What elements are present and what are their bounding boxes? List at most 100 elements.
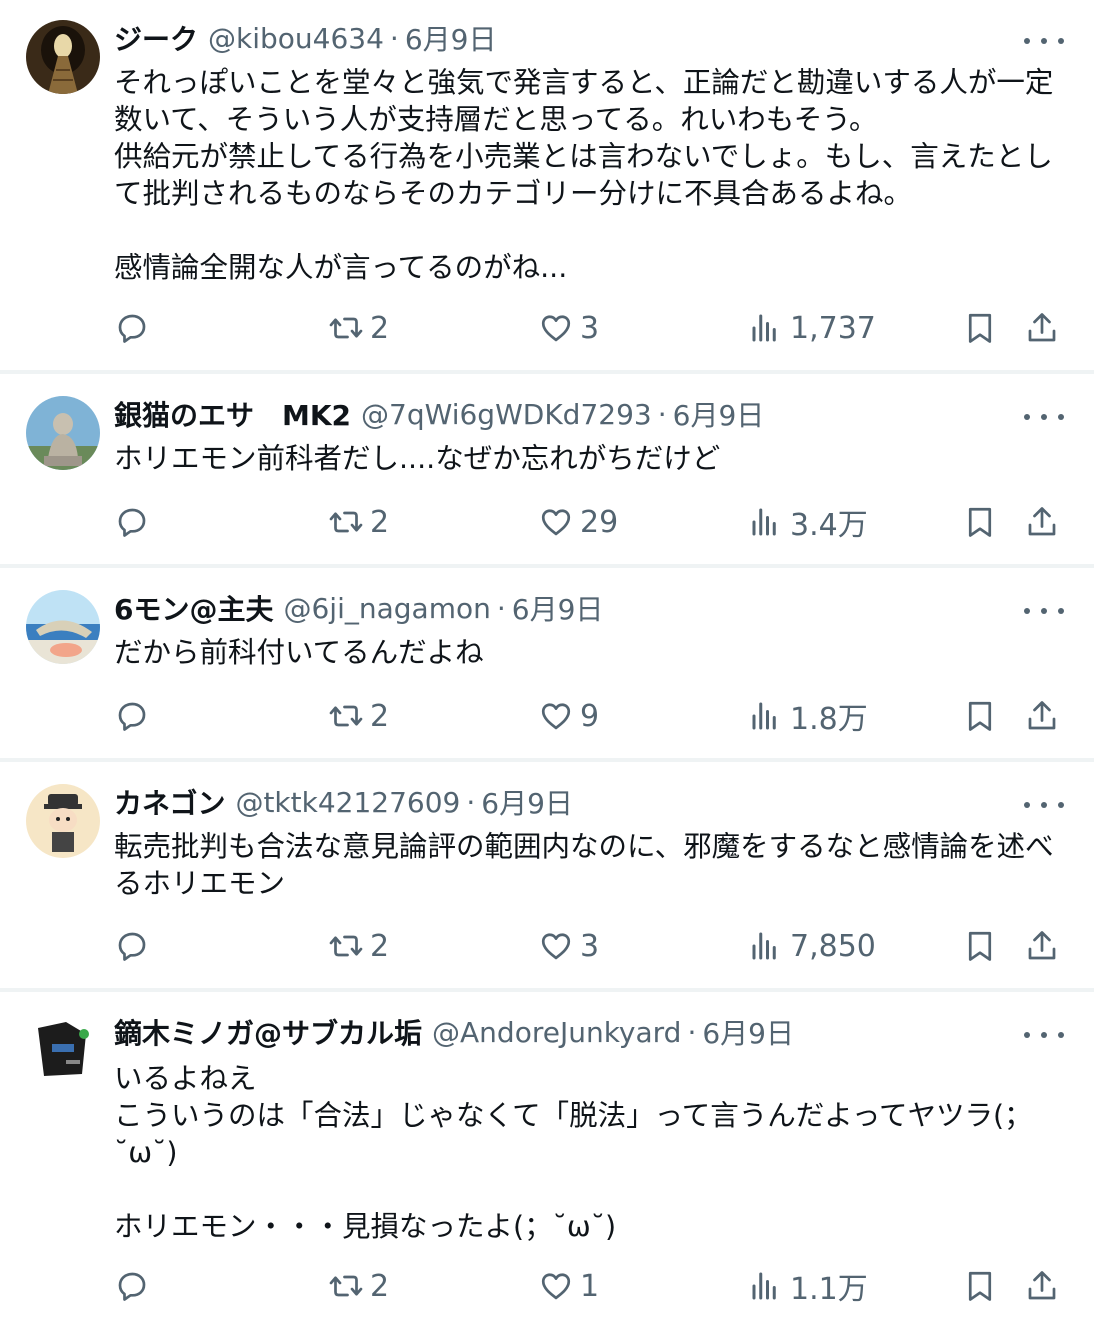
- views-count: 1.1万: [790, 1272, 868, 1307]
- reply-icon: [118, 932, 146, 961]
- views-button[interactable]: 7,850: [748, 924, 876, 968]
- retweet-icon: [329, 705, 363, 727]
- like-icon: [541, 703, 571, 730]
- share-icon: [1028, 1271, 1056, 1300]
- bookmark-icon: [968, 701, 992, 731]
- author-handle[interactable]: @7qWi6gWDKd7293: [361, 398, 652, 431]
- author-handle[interactable]: @6ji_nagamon: [283, 592, 490, 625]
- retweet-icon: [329, 511, 363, 533]
- like-count: 1: [580, 1268, 600, 1304]
- retweet-icon: [329, 1275, 363, 1297]
- like-count: 29: [580, 504, 619, 540]
- share-button[interactable]: [1024, 924, 1060, 968]
- bookmark-button[interactable]: [962, 924, 998, 968]
- like-button[interactable]: 3: [538, 306, 599, 350]
- reply-button[interactable]: [114, 1264, 150, 1308]
- tweet-header: 鏑木ミノガ@サブカル垢 @AndoreJunkyard · 6月9日: [114, 1012, 1024, 1052]
- tweet-header: 銀猫のエサ MK2 @7qWi6gWDKd7293 · 6月9日: [114, 394, 1024, 434]
- author-name[interactable]: ジーク: [114, 18, 198, 58]
- views-icon: [752, 314, 776, 342]
- like-button[interactable]: 29: [538, 500, 618, 544]
- tweet[interactable]: ジーク @kibou4634 · 6月9日 それっぽいことを堂々と強気で発言する…: [0, 0, 1094, 370]
- tweet[interactable]: 鏑木ミノガ@サブカル垢 @AndoreJunkyard · 6月9日 いるよねえ…: [0, 992, 1094, 1328]
- retweet-button[interactable]: 2: [328, 924, 389, 968]
- like-button[interactable]: 9: [538, 694, 599, 738]
- tweet-text: それっぽいことを堂々と強気で発言すると、正論だと勘違いする人が一定数いて、そうい…: [114, 66, 1054, 284]
- author-handle[interactable]: @tktk42127609: [235, 786, 460, 819]
- views-icon: [752, 702, 776, 730]
- bookmark-button[interactable]: [962, 1264, 998, 1308]
- bookmark-icon: [968, 1271, 992, 1301]
- avatar[interactable]: [26, 1014, 100, 1088]
- tweet-text: いるよねえ こういうのは「合法」じゃなくて「脱法」って言うんだよってヤツラ(；˘…: [114, 1062, 1033, 1243]
- tweet[interactable]: カネゴン @tktk42127609 · 6月9日 転売批判も合法な意見論評の範…: [0, 762, 1094, 988]
- tweet-date[interactable]: 6月9日: [512, 588, 604, 628]
- views-button[interactable]: 1.1万: [748, 1264, 868, 1308]
- views-icon: [752, 1272, 776, 1300]
- tweet-date[interactable]: 6月9日: [702, 1012, 794, 1052]
- views-icon: [752, 932, 776, 960]
- avatar[interactable]: [26, 396, 100, 470]
- retweet-button[interactable]: 2: [328, 694, 389, 738]
- views-button[interactable]: 1,737: [748, 306, 876, 350]
- bookmark-button[interactable]: [962, 694, 998, 738]
- views-count: 7,850: [790, 928, 876, 964]
- reply-button[interactable]: [114, 306, 150, 350]
- share-button[interactable]: [1024, 694, 1060, 738]
- retweet-button[interactable]: 2: [328, 306, 389, 350]
- reply-button[interactable]: [114, 924, 150, 968]
- retweet-icon: [329, 935, 363, 957]
- share-button[interactable]: [1024, 1264, 1060, 1308]
- tweet[interactable]: 銀猫のエサ MK2 @7qWi6gWDKd7293 · 6月9日 ホリエモン前科…: [0, 374, 1094, 564]
- reply-button[interactable]: [114, 694, 150, 738]
- author-name[interactable]: 6モン@主夫: [114, 588, 273, 628]
- retweet-button[interactable]: 2: [328, 500, 389, 544]
- tweet-date[interactable]: 6月9日: [673, 394, 765, 434]
- bookmark-icon: [968, 931, 992, 961]
- tweet[interactable]: 6モン@主夫 @6ji_nagamon · 6月9日 だから前科付いてるんだよね…: [0, 568, 1094, 758]
- bookmark-button[interactable]: [962, 306, 998, 350]
- separator-dot: ·: [657, 397, 667, 431]
- tweet-actions: 2 29 3.4万: [0, 500, 1094, 544]
- avatar[interactable]: [26, 784, 100, 858]
- tweet-date[interactable]: 6月9日: [481, 782, 573, 822]
- more-icon[interactable]: [1024, 1020, 1064, 1050]
- reply-button[interactable]: [114, 500, 150, 544]
- more-icon[interactable]: [1024, 790, 1064, 820]
- share-button[interactable]: [1024, 500, 1060, 544]
- like-icon: [541, 933, 571, 960]
- more-icon[interactable]: [1024, 596, 1064, 626]
- share-button[interactable]: [1024, 306, 1060, 350]
- more-icon[interactable]: [1024, 26, 1064, 56]
- like-button[interactable]: 1: [538, 1264, 599, 1308]
- retweet-button[interactable]: 2: [328, 1264, 389, 1308]
- author-handle[interactable]: @kibou4634: [208, 22, 384, 55]
- avatar[interactable]: [26, 590, 100, 664]
- share-icon: [1028, 701, 1056, 730]
- more-icon[interactable]: [1024, 402, 1064, 432]
- bookmark-button[interactable]: [962, 500, 998, 544]
- views-count: 1,737: [790, 310, 876, 346]
- author-name[interactable]: 鏑木ミノガ@サブカル垢: [114, 1012, 422, 1052]
- retweet-count: 2: [370, 504, 390, 540]
- author-handle[interactable]: @AndoreJunkyard: [432, 1016, 681, 1049]
- retweet-icon: [329, 317, 363, 339]
- bookmark-icon: [968, 507, 992, 537]
- tweet-text: ホリエモン前科者だし....なぜか忘れがちだけど: [114, 442, 721, 475]
- tweet-actions: 2 3 1,737: [0, 306, 1094, 350]
- tweet-date[interactable]: 6月9日: [405, 18, 497, 58]
- tweet-actions: 2 1 1.1万: [0, 1264, 1094, 1308]
- views-count: 3.4万: [790, 508, 868, 543]
- separator-dot: ·: [496, 591, 506, 625]
- views-count: 1.8万: [790, 702, 868, 737]
- views-button[interactable]: 3.4万: [748, 500, 868, 544]
- views-button[interactable]: 1.8万: [748, 694, 868, 738]
- author-name[interactable]: カネゴン: [114, 782, 225, 822]
- avatar[interactable]: [26, 20, 100, 94]
- like-icon: [541, 315, 571, 342]
- tweet-header: ジーク @kibou4634 · 6月9日: [114, 18, 1024, 58]
- author-name[interactable]: 銀猫のエサ MK2: [114, 394, 351, 434]
- retweet-count: 2: [370, 1268, 390, 1304]
- reply-icon: [118, 314, 146, 343]
- like-button[interactable]: 3: [538, 924, 599, 968]
